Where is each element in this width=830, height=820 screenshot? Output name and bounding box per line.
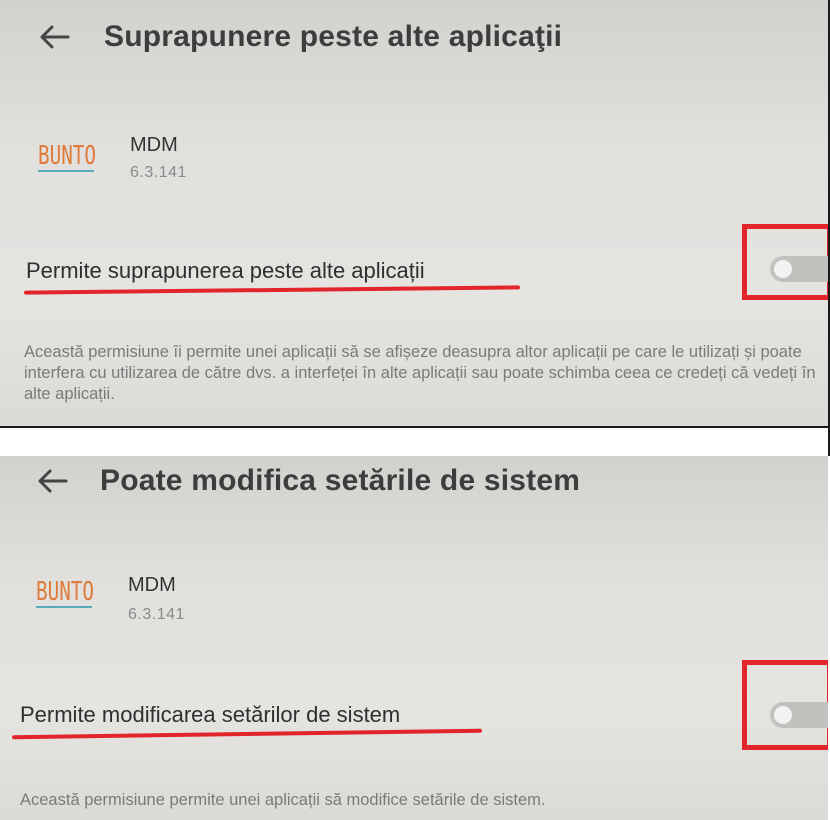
page-title: Suprapunere peste alte aplicaţii (104, 20, 563, 53)
divider-line (0, 426, 830, 428)
overlay-permission-toggle[interactable] (770, 256, 828, 282)
app-name: MDM (130, 134, 178, 156)
permission-description: Această permisiune permite unei aplicați… (20, 791, 546, 809)
permission-label: Permite modificarea setărilor de sistem (20, 702, 401, 727)
app-version: 6.3.141 (128, 606, 185, 623)
toggle-knob (774, 260, 792, 278)
red-underline-annotation (11, 728, 483, 740)
toggle-knob (774, 706, 792, 724)
screenshot-panel-overlay-permission: Suprapunere peste alte aplicaţii BUNTO M… (0, 0, 828, 426)
red-underline-annotation (23, 285, 521, 295)
svg-text:BUNTO: BUNTO (38, 141, 96, 171)
back-arrow-icon[interactable] (36, 468, 68, 494)
svg-text:BUNTO: BUNTO (36, 577, 94, 607)
back-arrow-icon[interactable] (38, 24, 70, 50)
app-name: MDM (128, 574, 176, 596)
permission-description: Această permisiune îi permite unei aplic… (24, 343, 816, 403)
bunto-logo-icon: BUNTO (38, 141, 96, 172)
permission-label: Permite suprapunerea peste alte aplicați… (26, 258, 425, 283)
screenshot-panel-system-settings: Poate modifica setările de sistem BUNTO … (0, 456, 828, 820)
app-version: 6.3.141 (130, 164, 187, 181)
page-title: Poate modifica setările de sistem (100, 464, 581, 497)
bunto-logo-icon: BUNTO (36, 577, 94, 608)
system-settings-toggle[interactable] (770, 702, 828, 728)
